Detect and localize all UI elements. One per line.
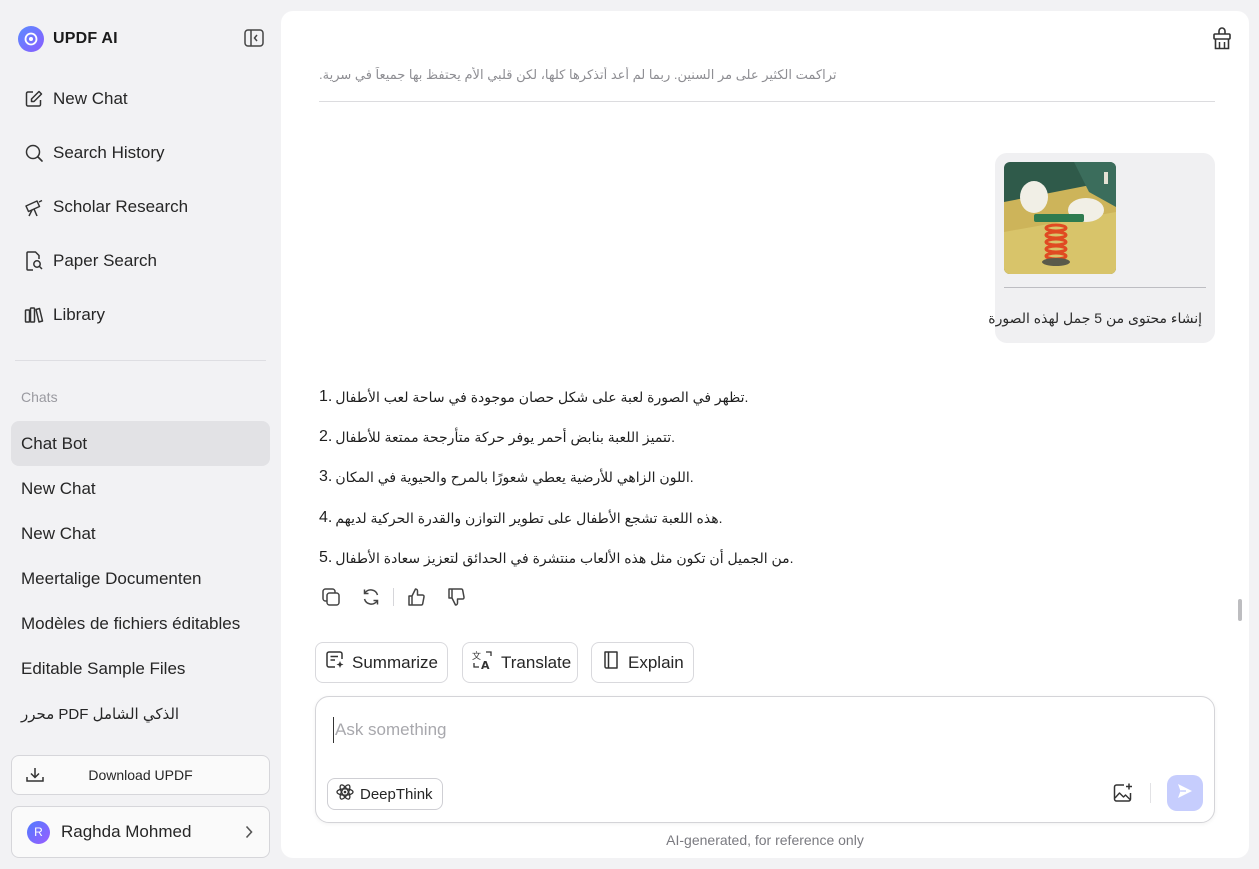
send-button[interactable]: [1167, 775, 1203, 811]
explain-label: Explain: [628, 652, 684, 672]
deepthink-label: DeepThink: [360, 785, 433, 803]
thumbs-down-icon[interactable]: [444, 585, 468, 609]
scrollbar-thumb[interactable]: [1238, 599, 1242, 621]
chevron-right-icon: [245, 825, 253, 844]
answer-number: 2.: [319, 428, 333, 445]
answer-line: 2. تتميز اللعبة بنابض أحمر يوفر حركة متأ…: [319, 425, 675, 449]
nav-search-history[interactable]: Search History: [24, 140, 164, 166]
nav-scholar-research[interactable]: Scholar Research: [24, 194, 188, 220]
chat-panel: تراكمت الكثير على مر السنين. ربما لم أعد…: [281, 11, 1249, 858]
answer-number: 4.: [319, 509, 333, 526]
answer-number: 3.: [319, 468, 333, 485]
user-name: Raghda Mohmed: [61, 822, 192, 841]
sidebar-divider: [15, 360, 266, 361]
message-composer: DeepThink: [315, 696, 1215, 823]
download-updf-button[interactable]: Download UPDF: [11, 755, 270, 795]
chat-item[interactable]: محرر PDF الذكي الشامل: [11, 691, 270, 736]
user-message-text: إنشاء محتوى من 5 جمل لهذه الصورة: [988, 310, 1202, 326]
svg-text:文: 文: [472, 650, 481, 662]
answer-line: 3. اللون الزاهي للأرضية يعطي شعورًا بالم…: [319, 465, 694, 489]
translate-icon: 文A: [472, 650, 494, 675]
download-label: Download UPDF: [88, 767, 193, 783]
collapse-sidebar-icon[interactable]: [244, 29, 264, 47]
translate-label: Translate: [501, 652, 572, 672]
previous-message-text: تراكمت الكثير على مر السنين. ربما لم أعد…: [319, 67, 837, 82]
chat-item[interactable]: Editable Sample Files: [11, 646, 270, 691]
bubble-separator: [1004, 287, 1206, 288]
send-icon: [1176, 782, 1194, 805]
nav-label: New Chat: [53, 89, 128, 108]
regenerate-icon[interactable]: [359, 585, 383, 609]
summarize-button[interactable]: Summarize: [315, 642, 448, 683]
brand: UPDF AI: [18, 25, 118, 53]
nav-label: Search History: [53, 143, 165, 162]
answer-text: اللون الزاهي للأرضية يعطي شعورًا بالمرح …: [335, 468, 694, 485]
chat-item[interactable]: New Chat: [11, 511, 270, 556]
translate-button[interactable]: 文A Translate: [462, 642, 578, 683]
message-divider: [319, 101, 1215, 102]
answer-text: تظهر في الصورة لعبة على شكل حصان موجودة …: [335, 388, 749, 405]
telescope-icon: [24, 197, 44, 217]
attached-image[interactable]: [1004, 162, 1116, 274]
answer-text: هذه اللعبة تشجع الأطفال على تطوير التواز…: [335, 509, 723, 526]
deepthink-toggle[interactable]: DeepThink: [327, 778, 443, 810]
summarize-icon: [325, 650, 345, 675]
chats-section-title: Chats: [21, 389, 58, 405]
user-message-bubble: إنشاء محتوى من 5 جمل لهذه الصورة: [988, 153, 1215, 343]
ai-disclaimer: AI-generated, for reference only: [666, 832, 864, 848]
answer-line: 5. من الجميل أن تكون مثل هذه الألعاب منت…: [319, 546, 794, 570]
image-upload-icon[interactable]: [1112, 782, 1134, 804]
ask-input[interactable]: [333, 717, 1033, 743]
answer-number: 5.: [319, 549, 333, 566]
answer-line: 4. هذه اللعبة تشجع الأطفال على تطوير الت…: [319, 506, 722, 530]
edit-icon: [24, 89, 44, 109]
answer-number: 1.: [319, 388, 333, 405]
answer-line: 1. تظهر في الصورة لعبة على شكل حصان موجو…: [319, 385, 748, 409]
explain-button[interactable]: Explain: [591, 642, 694, 683]
nav-new-chat[interactable]: New Chat: [24, 86, 128, 112]
download-icon: [25, 766, 45, 787]
thumbs-up-icon[interactable]: [404, 585, 428, 609]
copy-icon[interactable]: [319, 585, 343, 609]
composer-separator: [1150, 783, 1151, 803]
document-search-icon: [24, 251, 44, 271]
svg-text:A: A: [481, 659, 490, 670]
avatar: R: [27, 820, 50, 844]
nav-label: Scholar Research: [53, 197, 189, 216]
chat-item[interactable]: Meertalige Documenten: [11, 556, 270, 601]
nav-paper-search[interactable]: Paper Search: [24, 248, 157, 274]
atom-icon: [336, 783, 354, 806]
action-separator: [393, 588, 394, 606]
answer-text: تتميز اللعبة بنابض أحمر يوفر حركة متأرجح…: [335, 428, 675, 445]
chat-item[interactable]: Modèles de fichiers éditables: [11, 601, 270, 646]
sidebar: UPDF AI New Chat Search History Scholar …: [0, 0, 281, 869]
chat-item[interactable]: New Chat: [11, 466, 270, 511]
nav-label: Paper Search: [53, 251, 157, 270]
chat-item-active[interactable]: Chat Bot: [11, 421, 270, 466]
brand-name: UPDF AI: [53, 30, 118, 47]
library-icon: [24, 305, 44, 325]
user-profile-button[interactable]: R Raghda Mohmed: [11, 806, 270, 858]
book-icon: [601, 650, 621, 675]
search-icon: [24, 143, 44, 163]
answer-text: من الجميل أن تكون مثل هذه الألعاب منتشرة…: [335, 549, 794, 566]
updf-logo-icon: [18, 26, 44, 52]
nav-library[interactable]: Library: [24, 302, 105, 328]
nav-label: Library: [53, 305, 105, 324]
clear-chat-icon[interactable]: [1211, 27, 1233, 51]
summarize-label: Summarize: [352, 652, 438, 672]
message-actions: [319, 585, 468, 609]
